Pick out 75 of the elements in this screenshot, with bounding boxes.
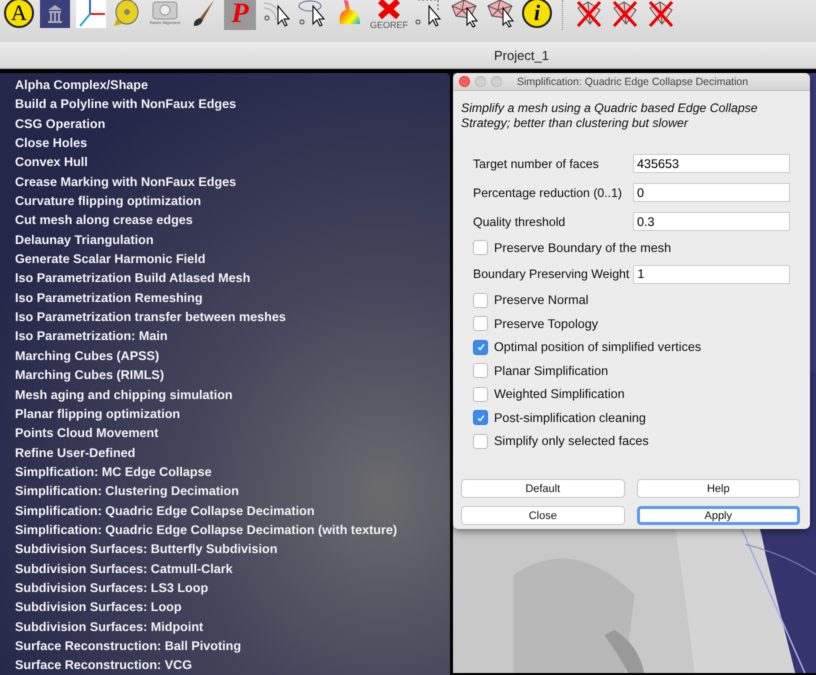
menu-item[interactable]: Subdivision Surfaces: Loop [15,598,450,618]
field-label: Target number of faces [473,156,600,170]
cursor-ellipse-icon[interactable] [298,0,328,28]
input-field[interactable]: 1 [633,264,790,284]
menu-item[interactable]: Curvature flipping optimization [15,192,450,212]
checkbox-label: Preserve Normal [494,293,588,308]
menu-item[interactable]: Simplification: Clustering Decimation [15,482,450,502]
checkbox[interactable] [473,363,488,378]
menu-item[interactable]: Generate Scalar Harmonic Field [15,250,450,270]
checkbox-label: Preserve Boundary of the mesh [494,240,672,255]
checkbox-label: Optimal position of simplified vertices [494,340,702,354]
building-icon[interactable] [40,0,70,28]
georef-label: GEOREF [370,20,408,30]
menu-item[interactable]: Simplfication: MC Edge Collapse [15,462,450,482]
field-label: Boundary Preserving Weight [473,267,630,281]
menu-item[interactable]: Refine User-Defined [15,444,450,463]
checkmark-icon [476,412,486,423]
a-button[interactable]: A [4,0,34,28]
menu-item[interactable]: Build a Polyline with NonFaux Edges [15,95,450,115]
menu-item[interactable]: Convex Hull [15,153,450,173]
dialog-title: Simplification: Quadric Edge Collapse Decimation [517,76,748,88]
menu-item[interactable]: Mesh aging and chipping simulation [15,386,450,405]
menu-item[interactable]: Simplification: Quadric Edge Collapse Decimation [15,502,450,521]
checkbox-label: Preserve Topology [494,316,598,331]
menu-item[interactable]: Alpha Complex/Shape [15,76,450,96]
menu-item[interactable]: Surface Reconstruction: VCG [15,656,450,675]
menu-item[interactable]: Surface Reconstruction: Ball Pivoting [15,636,450,656]
checkbox-label: Weighted Simplification [494,387,625,402]
input-field[interactable]: 0 [633,183,790,202]
menu-item[interactable]: Simplification: Quadric Edge Collapse Decimation (with texture) [15,520,450,540]
menu-item[interactable]: Delaunay Triangulation [15,230,450,250]
input-field[interactable]: 435653 [633,154,790,173]
dialog-button[interactable]: Close [461,506,624,525]
mesh-cursor-icon[interactable] [486,0,516,28]
menu-item[interactable]: Iso Parametrization: Main [15,327,450,347]
dialog-button[interactable]: Apply [636,506,800,525]
checkbox-label: Planar Simplification [494,364,608,378]
checkmark-icon [476,342,486,352]
window-title: Project_1 [494,48,549,62]
checkbox[interactable] [473,386,488,402]
menu-item[interactable]: Iso Parametrization transfer between meshes [15,308,450,328]
mesh-cursor-icon[interactable] [450,0,480,28]
menu-item[interactable]: Crease Marking with NonFaux Edges [15,172,450,192]
axes-icon[interactable] [76,0,106,28]
menu-item[interactable]: Marching Cubes (RIMLS) [15,366,450,386]
input-field[interactable]: 0.3 [633,212,790,231]
info-button[interactable]: i [522,0,552,28]
menu-item[interactable]: Subdivision Surfaces: Midpoint [15,618,450,637]
menu-item[interactable]: Subdivision Surfaces: Butterfly Subdivision [15,540,450,560]
dialog-button[interactable]: Help [636,479,800,498]
menu-item[interactable]: Points Cloud Movement [15,424,450,444]
camera-icon[interactable] [150,0,180,20]
menu-item[interactable]: CSG Operation [15,114,450,134]
checkbox[interactable] [473,292,488,308]
checkbox-label: Simplify only selected faces [494,434,649,448]
field-label: Percentage reduction (0..1) [473,186,624,200]
checkbox[interactable] [473,434,488,449]
menu-item[interactable]: Cut mesh along crease edges [15,211,450,231]
checkbox[interactable] [473,340,488,355]
checkbox[interactable] [473,316,488,332]
menu-item[interactable]: Subdivision Surfaces: LS3 Loop [15,578,450,598]
checkbox[interactable] [473,240,488,256]
checkbox-label: Post-simplification cleaning [494,410,646,425]
close-window-button[interactable] [459,76,470,87]
dialog-button[interactable]: Default [461,479,624,498]
checkbox[interactable] [473,410,488,426]
menu-item[interactable]: Iso Parametrization Build Atlased Mesh [15,269,450,289]
menu-item[interactable]: Iso Parametrization Remeshing [15,288,450,308]
cursor-arcs-icon[interactable] [262,0,292,28]
menu-item[interactable]: Planar flipping optimization [15,404,450,424]
menu-item[interactable]: Marching Cubes (APSS) [15,346,450,366]
menu-item[interactable]: Subdivision Surfaces: Catmull-Clark [15,560,450,579]
menu-item[interactable]: Close Holes [15,134,450,154]
dialog-description: Simplify a mesh using a Quadric based Edge Collapse Strategy; better than clustering but slower [461,101,759,131]
field-label: Quality threshold [473,214,566,228]
